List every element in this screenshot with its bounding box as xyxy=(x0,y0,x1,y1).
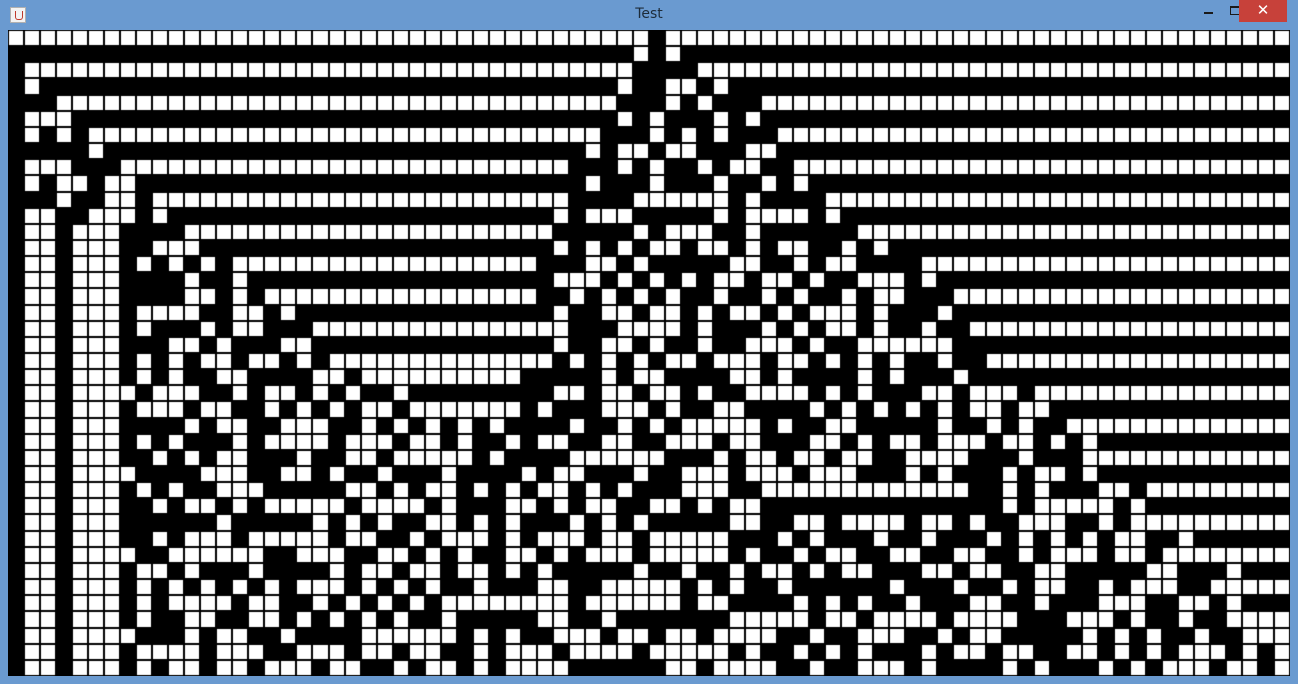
title-bar[interactable]: Test ✕ xyxy=(0,0,1298,30)
minimize-button[interactable] xyxy=(1196,0,1222,22)
close-icon: ✕ xyxy=(1256,1,1270,19)
close-button[interactable]: ✕ xyxy=(1239,0,1287,22)
window-title: Test xyxy=(635,6,663,22)
cell-grid-canvas[interactable] xyxy=(8,30,1290,676)
application-window: Test ✕ xyxy=(0,0,1298,684)
client-area xyxy=(8,30,1290,676)
